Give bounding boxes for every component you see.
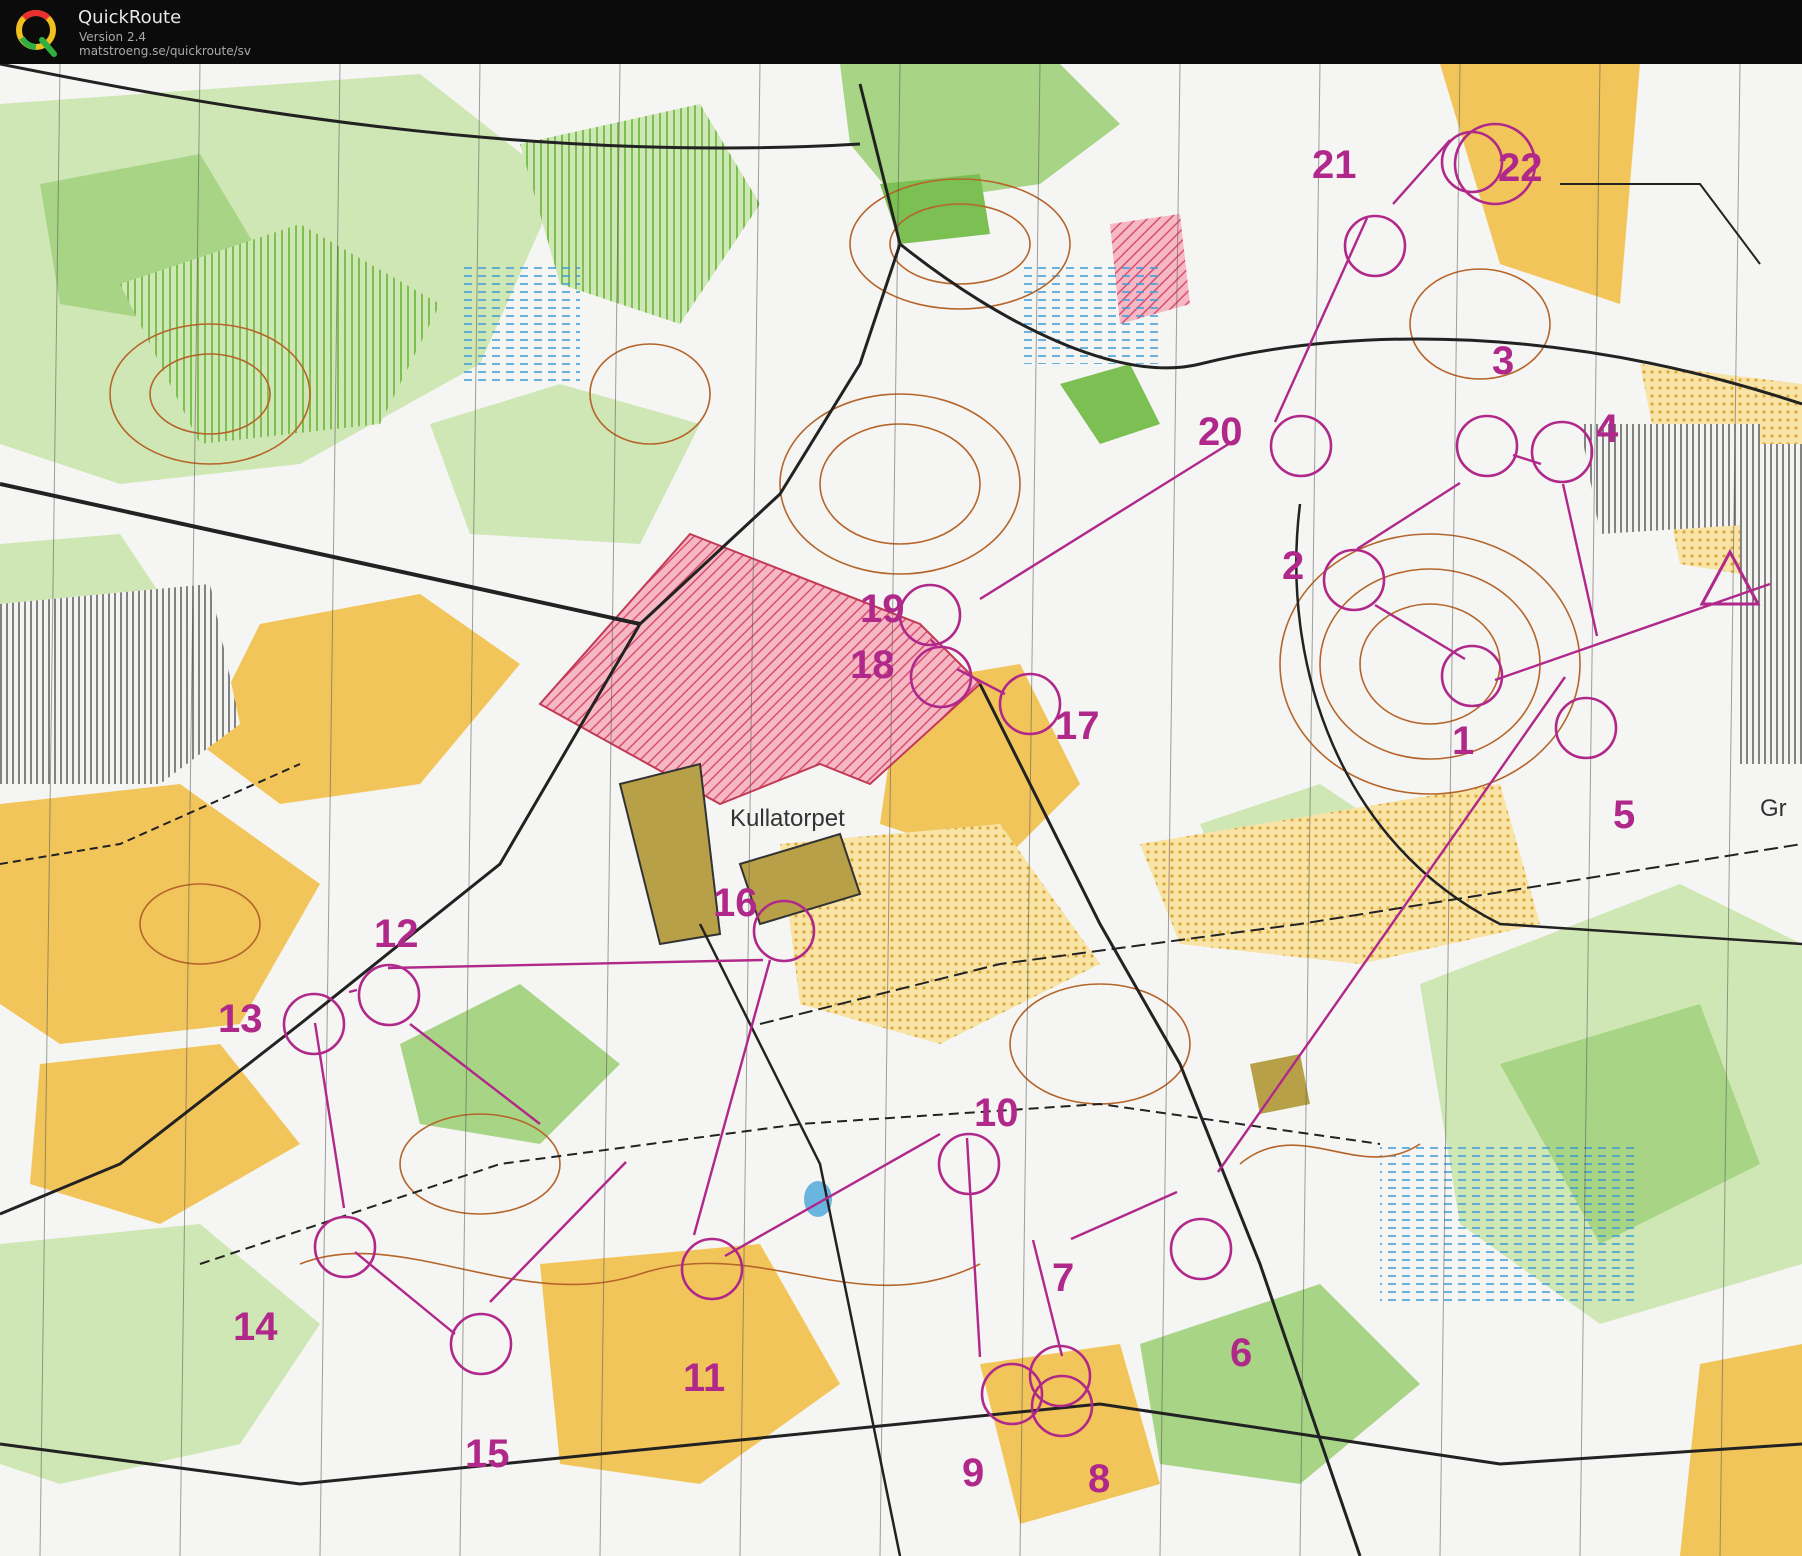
app-url: matstroeng.se/quickroute/sv [79,44,252,58]
control-number-4: 4 [1596,407,1619,451]
control-number-15: 15 [465,1432,510,1476]
control-number-19: 19 [860,587,905,631]
control-number-22: 22 [1498,146,1543,190]
orienteering-map[interactable]: 1 2 3 4 5 6 7 8 9 10 11 12 13 14 15 16 1… [0,64,1802,1556]
app-version: Version 2.4 [79,30,147,44]
control-number-11: 11 [683,1356,725,1400]
control-number-21: 21 [1312,143,1357,187]
quickroute-logo-icon [16,10,57,57]
control-number-12: 12 [374,912,419,956]
control-number-20: 20 [1198,410,1243,454]
control-number-13: 13 [218,997,263,1041]
control-number-2: 2 [1282,544,1304,588]
control-number-17: 17 [1055,704,1100,748]
control-number-7: 7 [1052,1256,1074,1300]
map-canvas[interactable]: 1 2 3 4 5 6 7 8 9 10 11 12 13 14 15 16 1… [0,64,1802,1556]
control-number-16: 16 [713,881,758,925]
control-number-8: 8 [1088,1457,1110,1501]
control-number-1: 1 [1452,719,1474,763]
place-name-kullatorpet: Kullatorpet [730,805,845,832]
place-name-gr: Gr [1760,795,1787,822]
control-number-18: 18 [850,643,895,687]
control-number-6: 6 [1230,1331,1252,1375]
title-bar: QuickRoute Version 2.4 matstroeng.se/qui… [0,0,1802,64]
control-number-3: 3 [1492,339,1514,383]
control-number-5: 5 [1613,793,1635,837]
app-name: QuickRoute [78,7,182,28]
control-number-9: 9 [962,1451,984,1495]
control-number-10: 10 [974,1091,1019,1135]
control-number-14: 14 [233,1305,278,1349]
